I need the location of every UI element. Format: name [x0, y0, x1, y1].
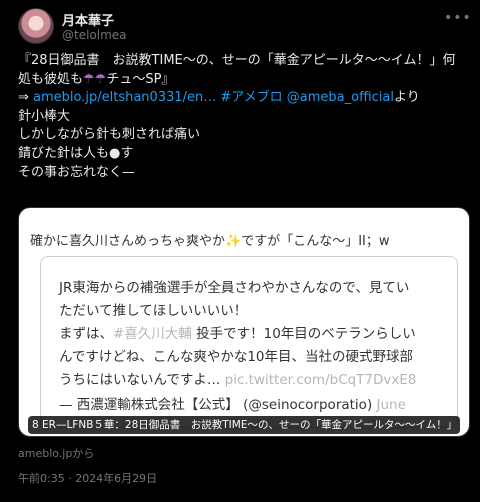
tweet-line-3-tail: より: [394, 90, 420, 106]
quote-text: JR東海からの補強選手が全員さわやかさんなので、見てい ただいて推してほしいいい…: [59, 277, 451, 392]
tweet-line-2-text: 処も彼処も: [18, 71, 84, 87]
quote-line-1: JR東海からの補強選手が全員さわやかさんなので、見てい: [59, 280, 410, 296]
sparkle-icon: ✨: [225, 234, 242, 249]
card-top-text: 確かに喜久川さんめっちゃ爽やか✨ですが「こんな〜」II；w: [30, 230, 459, 249]
arrow-text: ⇒: [18, 90, 34, 106]
quote-author: — 西濃運輸株式会社【公式】 (@seinocorporatio) June: [59, 393, 451, 413]
tweet-text: 『28日御品書 お説教TIME〜の、せーの「華金アピールタ〜〜イム！」何 処も彼…: [18, 52, 468, 182]
tweet-line-2-rest: チュ〜SP』: [106, 71, 175, 87]
quote-date: June: [376, 397, 406, 413]
avatar[interactable]: [18, 8, 54, 44]
author-handle[interactable]: @telolmea: [62, 28, 127, 42]
card-title-overlay[interactable]: 8 ER—LFNB５華：28日御品書 お説教TIME〜の、せーの「華金アピールタ…: [28, 416, 460, 434]
hashtag-link[interactable]: #アメブロ: [220, 90, 282, 105]
tweet-line-2: 処も彼処も☂☂チュ〜SP』: [18, 71, 468, 90]
quote-author-text: — 西濃運輸株式会社【公式】 (@seinocorporatio): [59, 397, 377, 413]
quote-line-3: まずは、#喜久川大輔 投手です！10年目のベテランらしい: [59, 323, 451, 346]
umbrella-icon: ☂☂: [83, 71, 107, 87]
tweet-line-5: しかしながら針も刺されば痛い: [18, 127, 201, 143]
quote-line-3-b: 投手です！10年目のベテランらしい: [191, 326, 416, 342]
quote-hashtag[interactable]: #喜久川大輔: [113, 326, 192, 342]
more-options-icon[interactable]: •••: [444, 10, 471, 26]
link-preview-card[interactable]: 確かに喜久川さんめっちゃ爽やか✨ですが「こんな〜」II；w JR東海からの補強選…: [18, 207, 470, 437]
quote-pic-link[interactable]: pic.twitter.com/bCqT7DvxE8: [225, 372, 417, 388]
quote-line-4: んですけどね、こんな爽やかな10年目、当社の硬式野球部: [59, 349, 414, 365]
tweet-line-1: 『28日御品書 お説教TIME〜の、せーの「華金アピールタ〜〜イム！」何: [18, 53, 456, 68]
quote-line-5: うちにはいないんですよ… pic.twitter.com/bCqT7DvxE8: [59, 369, 451, 392]
tweet-line-4: 針小棒大: [18, 108, 71, 124]
quote-line-5-a: うちにはいないんですよ…: [59, 372, 225, 388]
tweet-header: 月本華子 @telolmea •••: [18, 8, 472, 48]
embedded-quote[interactable]: JR東海からの補強選手が全員さわやかさんなので、見てい ただいて推してほしいいい…: [40, 256, 458, 428]
tweet-timestamp[interactable]: 午前0:35 · 2024年6月29日: [18, 470, 157, 486]
author-name[interactable]: 月本華子: [62, 10, 114, 29]
tweet-line-3: ⇒ ameblo.jp/eltshan0331/en… #アメブロ @ameba…: [18, 89, 468, 108]
tweet-line-6: 錆びた針は人も●す: [18, 145, 134, 161]
quote-line-2: ただいて推してほしいいいい！: [59, 303, 248, 319]
card-top-text-a: 確かに喜久川さんめっちゃ爽やか: [30, 234, 226, 249]
mention-link[interactable]: @ameba_official: [287, 90, 394, 105]
blog-link[interactable]: ameblo.jp/eltshan0331/en…: [33, 90, 216, 105]
quote-line-3-a: まずは、: [59, 326, 113, 342]
card-source[interactable]: ameblo.jpから: [18, 445, 94, 461]
tweet-line-7: その事お忘れなく—: [18, 164, 136, 180]
card-top-text-b: ですが「こんな〜」II；w: [241, 234, 390, 249]
